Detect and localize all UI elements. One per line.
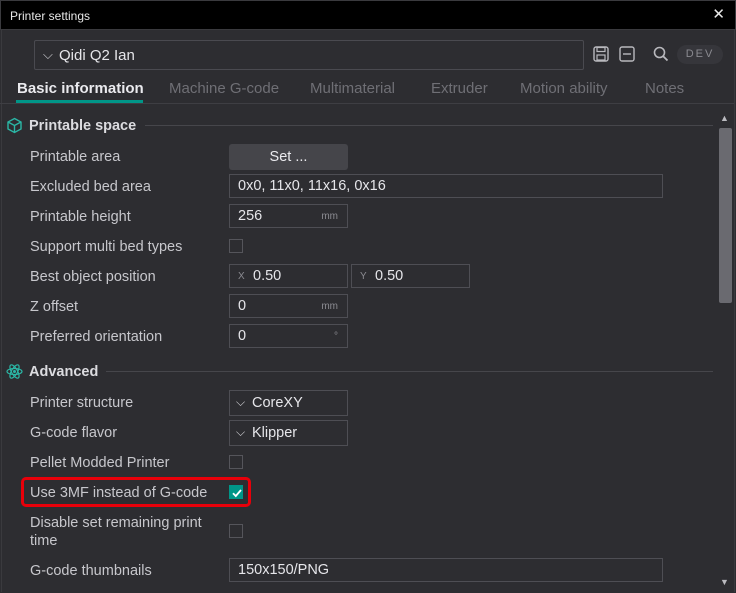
excluded-bed-area-label: Excluded bed area: [30, 179, 151, 195]
tabs-divider: [0, 103, 734, 104]
disable-remaining-label-line1: Disable set remaining print: [30, 515, 202, 531]
scroll-up-icon[interactable]: ▲: [720, 113, 729, 123]
scrollbar-thumb[interactable]: [719, 128, 732, 303]
printable-height-label: Printable height: [30, 209, 131, 225]
preferred-orientation-value: 0: [238, 328, 247, 344]
support-multi-bed-label: Support multi bed types: [30, 239, 183, 255]
scroll-down-icon[interactable]: ▼: [720, 577, 729, 587]
dev-mode-toggle[interactable]: DEV: [677, 45, 723, 64]
gcode-flavor-select[interactable]: ⌵ Klipper: [229, 420, 348, 446]
unit-label: mm: [321, 301, 338, 312]
disable-remaining-label-line2: time: [30, 533, 58, 549]
window-body: [1, 30, 735, 592]
x-prefix: X: [238, 271, 245, 282]
section-divider: [106, 371, 713, 372]
chevron-down-icon: ⌵: [43, 47, 53, 62]
tab-notes[interactable]: Notes: [645, 80, 684, 97]
pellet-modded-checkbox[interactable]: [229, 455, 243, 469]
section-divider: [145, 125, 713, 126]
gcode-thumbnails-label: G-code thumbnails: [30, 563, 152, 579]
support-multi-bed-checkbox[interactable]: [229, 239, 243, 253]
y-prefix: Y: [360, 271, 367, 282]
tab-multimaterial[interactable]: Multimaterial: [310, 80, 395, 97]
unit-label: mm: [321, 211, 338, 222]
tab-extruder[interactable]: Extruder: [431, 80, 488, 97]
tab-machine-gcode[interactable]: Machine G-code: [169, 80, 279, 97]
best-object-position-y-input[interactable]: Y 0.50: [351, 264, 470, 288]
x-value: 0.50: [253, 268, 282, 284]
section-title: Printable space: [29, 118, 137, 134]
check-icon: [232, 489, 242, 498]
z-offset-value: 0: [238, 298, 247, 314]
printer-structure-value: CoreXY: [252, 395, 303, 411]
cube-icon: [6, 117, 23, 134]
z-offset-input[interactable]: 0 mm: [229, 294, 348, 318]
excluded-bed-area-input[interactable]: 0x0, 11x0, 11x16, 0x16: [229, 174, 663, 198]
tab-motion-ability[interactable]: Motion ability: [520, 80, 608, 97]
preferred-orientation-input[interactable]: 0 °: [229, 324, 348, 348]
best-object-position-label: Best object position: [30, 269, 156, 285]
gcode-flavor-label: G-code flavor: [30, 425, 118, 441]
save-icon[interactable]: [592, 45, 610, 63]
printer-structure-select[interactable]: ⌵ CoreXY: [229, 390, 348, 416]
atom-icon: [6, 363, 23, 380]
disable-remaining-checkbox[interactable]: [229, 524, 243, 538]
chevron-down-icon: ⌵: [236, 395, 246, 409]
printer-structure-label: Printer structure: [30, 395, 134, 411]
pellet-modded-label: Pellet Modded Printer: [30, 455, 170, 471]
excluded-bed-area-value: 0x0, 11x0, 11x16, 0x16: [238, 178, 386, 194]
gcode-thumbnails-value: 150x150/PNG: [238, 562, 330, 578]
printable-height-input[interactable]: 256 mm: [229, 204, 348, 228]
printable-height-value: 256: [238, 208, 263, 224]
close-icon[interactable]: ✕: [712, 7, 725, 23]
best-object-position-x-input[interactable]: X 0.50: [229, 264, 348, 288]
gcode-thumbnails-input[interactable]: 150x150/PNG: [229, 558, 663, 582]
y-value: 0.50: [375, 268, 404, 284]
section-title: Advanced: [29, 364, 99, 380]
search-icon[interactable]: [652, 45, 670, 63]
printer-preset-select[interactable]: ⌵ Qidi Q2 Ian: [34, 40, 584, 70]
use-3mf-label: Use 3MF instead of G-code: [30, 485, 208, 501]
title-bar: Printer settings ✕: [0, 0, 736, 30]
gcode-flavor-value: Klipper: [252, 425, 298, 441]
printable-area-set-button[interactable]: Set ...: [229, 144, 348, 170]
z-offset-label: Z offset: [30, 299, 79, 315]
printer-preset-value: Qidi Q2 Ian: [59, 47, 135, 64]
window-title: Printer settings: [10, 9, 91, 23]
printable-area-label: Printable area: [30, 149, 121, 165]
use-3mf-checkbox[interactable]: [229, 485, 243, 499]
unit-label: °: [334, 331, 338, 342]
tab-basic-information[interactable]: Basic information: [17, 80, 144, 97]
preferred-orientation-label: Preferred orientation: [30, 329, 163, 345]
delete-icon[interactable]: [618, 45, 636, 63]
chevron-down-icon: ⌵: [236, 425, 246, 439]
